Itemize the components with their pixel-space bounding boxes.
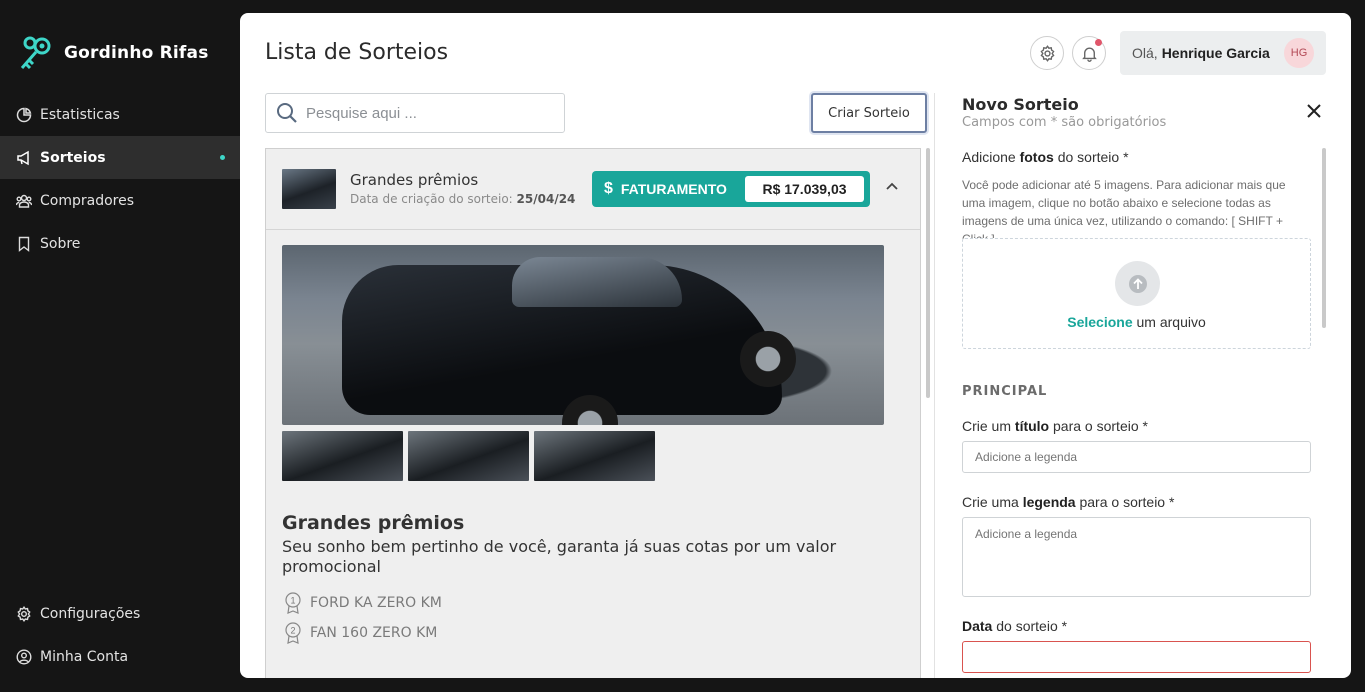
caption-textarea[interactable] — [962, 517, 1311, 597]
sidebar-item-sobre[interactable]: Sobre — [0, 222, 240, 265]
raffle-title: Grandes prêmios — [350, 171, 479, 189]
search-box — [265, 93, 565, 133]
file-dropzone[interactable]: Selecione um arquivo — [962, 238, 1311, 349]
revenue-value: R$ 17.039,03 — [745, 176, 864, 202]
user-name: Henrique Garcia — [1161, 45, 1270, 61]
greeting-text: Olá, — [1132, 45, 1158, 61]
prize-item: 1 FORD KA ZERO KM — [284, 592, 442, 614]
sidebar-item-compradores[interactable]: Compradores — [0, 179, 240, 222]
user-circle-icon — [16, 648, 32, 665]
medal-icon: 2 — [285, 622, 301, 644]
sidebar-item-configuracoes[interactable]: Configurações — [0, 592, 240, 635]
chart-pie-icon — [16, 107, 32, 122]
dollar-icon: $ — [604, 180, 613, 197]
revenue-label: FATURAMENTO — [620, 181, 727, 197]
photos-label: Adicione fotos do sorteio * — [962, 149, 1129, 165]
gear-icon — [1039, 44, 1055, 62]
sidebar-item-label: Configurações — [40, 605, 141, 622]
search-input[interactable] — [306, 104, 546, 122]
raffle-description-title: Grandes prêmios — [282, 512, 465, 534]
upload-button[interactable] — [1115, 261, 1160, 306]
chevron-up-icon[interactable] — [884, 179, 900, 195]
active-indicator-dot — [220, 155, 225, 160]
revenue-badge: $ FATURAMENTO R$ 17.039,03 — [592, 171, 870, 207]
sidebar-item-label: Minha Conta — [40, 648, 129, 665]
settings-button[interactable] — [1030, 36, 1064, 70]
thumbnail-image[interactable] — [534, 431, 655, 481]
avatar[interactable]: HG — [1284, 38, 1314, 68]
svg-text:2: 2 — [290, 626, 295, 636]
close-icon[interactable] — [1306, 103, 1322, 119]
prize-name: FAN 160 ZERO KM — [310, 625, 438, 641]
date-label: Data do sorteio * — [962, 618, 1068, 634]
gear-icon — [17, 605, 31, 622]
prize-name: FORD KA ZERO KM — [310, 595, 442, 611]
bookmark-icon — [18, 236, 30, 252]
raffle-date: Data de criação do sorteio: 25/04/24 — [350, 192, 576, 206]
notifications-button[interactable] — [1072, 36, 1106, 70]
sidebar-item-label: Estatisticas — [40, 106, 120, 123]
search-icon — [277, 103, 297, 123]
raffle-card: Grandes prêmios Data de criação do sorte… — [265, 148, 921, 678]
brand-name: Gordinho Rifas — [64, 43, 209, 63]
sidebar-item-label: Sorteios — [40, 149, 106, 166]
date-input[interactable] — [962, 641, 1311, 673]
upload-text: Selecione um arquivo — [1067, 314, 1206, 330]
sidebar-item-sorteios[interactable]: Sorteios — [0, 136, 240, 179]
title-input[interactable] — [962, 441, 1311, 473]
keys-logo-icon — [20, 36, 51, 70]
page-title: Lista de Sorteios — [265, 40, 449, 65]
sidebar-item-minha-conta[interactable]: Minha Conta — [0, 635, 240, 678]
arrow-up-circle-icon — [1128, 274, 1147, 293]
prize-item: 2 FAN 160 ZERO KM — [284, 622, 437, 644]
sidebar-item-label: Sobre — [40, 235, 81, 252]
bell-icon — [1081, 47, 1097, 62]
users-icon — [16, 194, 32, 208]
raffle-main-image[interactable] — [282, 245, 884, 425]
notification-badge — [1095, 39, 1102, 46]
sidebar-item-label: Compradores — [40, 192, 135, 209]
new-raffle-title: Novo Sorteio — [962, 95, 1079, 114]
raffle-card-header[interactable]: Grandes prêmios Data de criação do sorte… — [266, 149, 920, 230]
form-scrollbar[interactable] — [1322, 148, 1326, 328]
new-raffle-subtitle: Campos com * são obrigatórios — [962, 115, 1167, 130]
main-panel: Lista de Sorteios Olá, Henrique Garcia H… — [240, 13, 1351, 678]
svg-text:1: 1 — [290, 596, 295, 606]
caption-label: Crie uma legenda para o sorteio * — [962, 494, 1175, 510]
thumbnail-image[interactable] — [282, 431, 403, 481]
megaphone-icon — [17, 150, 29, 165]
raffle-image-thumbnails — [282, 431, 655, 481]
title-label: Crie um título para o sorteio * — [962, 418, 1148, 434]
raffle-thumbnail — [282, 169, 336, 209]
user-menu[interactable]: Olá, Henrique Garcia HG — [1120, 31, 1326, 75]
section-principal: PRINCIPAL — [962, 384, 1048, 399]
select-file-link[interactable]: Selecione — [1067, 314, 1132, 330]
create-raffle-button[interactable]: Criar Sorteio — [811, 93, 927, 133]
thumbnail-image[interactable] — [408, 431, 529, 481]
sidebar-item-estatisticas[interactable]: Estatisticas — [0, 93, 240, 136]
list-scrollbar[interactable] — [926, 148, 930, 398]
raffle-description-subtitle: Seu sonho bem pertinho de você, garanta … — [282, 537, 837, 576]
brand[interactable]: Gordinho Rifas — [16, 34, 209, 72]
medal-icon: 1 — [285, 592, 301, 614]
sidebar: Gordinho Rifas Estatisticas Sorteios Com… — [0, 0, 240, 692]
panel-divider — [934, 93, 935, 678]
